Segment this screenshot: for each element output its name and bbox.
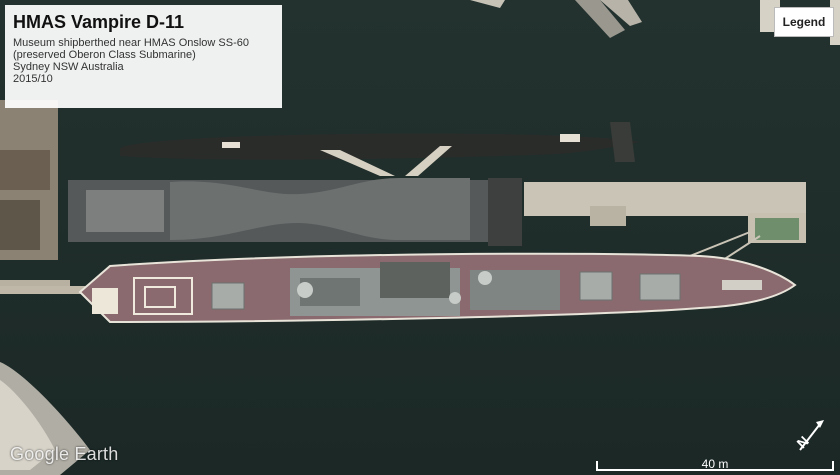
info-location-line: Sydney NSW Australia [13,61,124,73]
scale-bar: 40 m [596,456,834,474]
compass-letter: N [793,433,811,451]
covered-berth-shed [68,178,522,246]
scale-tick-right [832,461,834,471]
info-date-line: 2015/10 [13,73,53,85]
info-description-line-2: (preserved Oberon Class Submarine) [13,49,196,61]
scale-line [596,469,834,471]
gangway [0,286,90,294]
placemark-info-panel: HMAS Vampire D-11 Museum shipberthed nea… [5,5,282,108]
google-earth-logo: Google Earth [10,444,119,464]
legend-button[interactable]: Legend [774,7,834,37]
info-description-line-1: Museum shipberthed near HMAS Onslow SS-6… [13,37,249,49]
scale-tick-left [596,461,598,471]
placemark-title: HMAS Vampire D-11 [13,12,185,32]
north-arrow-icon[interactable]: N [790,416,830,456]
